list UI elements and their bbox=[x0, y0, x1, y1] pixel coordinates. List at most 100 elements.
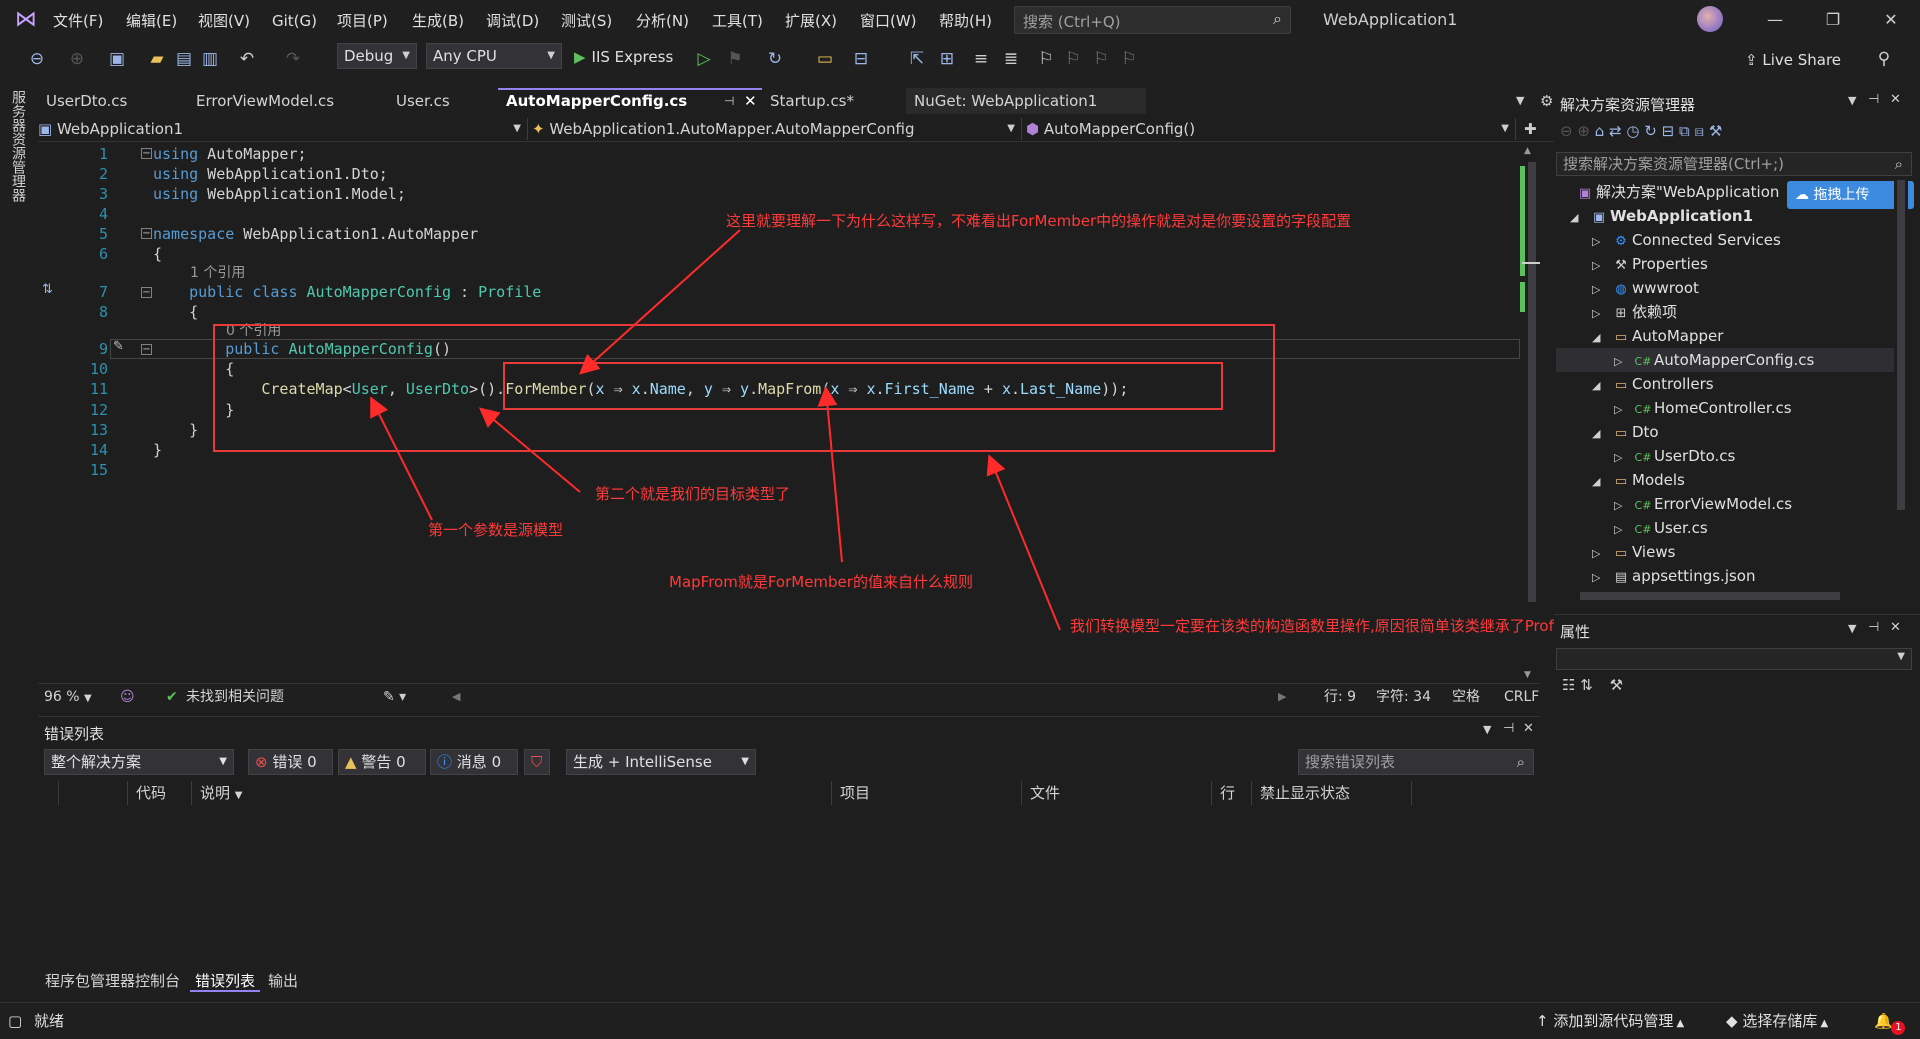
cleanup-brush-icon[interactable]: ✎ ▾ bbox=[383, 687, 406, 707]
notifications-button[interactable]: 🔔 1 bbox=[1874, 1011, 1911, 1035]
status-bar: ▢ 就绪 ↑ 添加到源代码管理 ▲ ◆ 选择存储库 ▲ 🔔 1 bbox=[0, 1002, 1920, 1039]
sol-menu-icon[interactable]: ▼ bbox=[1848, 94, 1856, 107]
properties-panel bbox=[1554, 614, 1920, 994]
props-menu-icon[interactable]: ▼ bbox=[1848, 622, 1856, 635]
copilot-icon[interactable]: ☺ bbox=[120, 687, 135, 707]
home-icon[interactable]: ⌂ bbox=[1595, 122, 1605, 140]
warnings-filter-button[interactable]: ▲ 警告 0 bbox=[338, 749, 426, 775]
tree-file-userdto[interactable]: ▷ C# UserDto.cs bbox=[1614, 444, 1735, 468]
sol-pin-icon[interactable]: ⊣ bbox=[1868, 92, 1879, 107]
select-repo-label: 选择存储库 bbox=[1742, 1012, 1818, 1030]
tree-folder-controllers[interactable]: ◢ ▭ Controllers bbox=[1592, 372, 1714, 396]
error-list-title: 错误列表 bbox=[44, 725, 105, 743]
csharp-file-icon: C# bbox=[1634, 355, 1652, 368]
pending-changes-icon[interactable]: ◷ bbox=[1626, 122, 1639, 140]
line-ending-indicator[interactable]: CRLF bbox=[1504, 687, 1539, 707]
col-line[interactable]: 行 bbox=[1212, 781, 1252, 805]
arrow-to-constructor bbox=[986, 454, 1061, 631]
arrow-to-destination-type bbox=[478, 407, 581, 493]
hscroll-left-icon[interactable]: ◀ bbox=[452, 687, 460, 707]
property-pages-icon[interactable]: ⚒ bbox=[1610, 676, 1623, 694]
sync-icon[interactable]: ↻ bbox=[1644, 122, 1657, 140]
tab-package-manager-console[interactable]: 程序包管理器控制台 bbox=[40, 970, 185, 992]
solution-search-input[interactable]: 搜索解决方案资源管理器(Ctrl+;) ⌕ bbox=[1556, 152, 1912, 176]
expanded-icon: ◢ bbox=[1592, 331, 1601, 344]
sol-vertical-scrollbar[interactable] bbox=[1894, 176, 1908, 576]
tree-label: wwwroot bbox=[1632, 279, 1699, 297]
whitespace-indicator[interactable]: 空格 bbox=[1452, 687, 1480, 707]
sol-horizontal-scrollbar[interactable] bbox=[1560, 590, 1890, 602]
categorized-icon[interactable]: ☷ bbox=[1562, 676, 1575, 694]
sol-close-icon[interactable]: ✕ bbox=[1890, 92, 1901, 107]
col-file[interactable]: 文件 bbox=[1022, 781, 1212, 805]
col-description[interactable]: 说明 ▼ bbox=[192, 781, 832, 805]
col-project[interactable]: 项目 bbox=[832, 781, 1022, 805]
arrow-to-source-type bbox=[370, 396, 433, 521]
expanded-icon: ◢ bbox=[1570, 211, 1579, 224]
info-icon: ⓘ bbox=[437, 753, 453, 771]
expanded-icon: ◢ bbox=[1592, 475, 1601, 488]
tree-file-errorviewmodel[interactable]: ▷ C# ErrorViewModel.cs bbox=[1614, 492, 1792, 516]
tree-wwwroot[interactable]: ▷ ◍ wwwroot bbox=[1592, 276, 1699, 300]
json-file-icon: ▤ bbox=[1614, 570, 1628, 585]
switch-views-icon[interactable]: ⇄ bbox=[1609, 122, 1622, 140]
tree-folder-models[interactable]: ◢ ▭ Models bbox=[1592, 468, 1685, 492]
col-suppression[interactable]: 禁止显示状态 bbox=[1252, 781, 1412, 805]
preview-icon[interactable]: ⧈ bbox=[1694, 122, 1704, 140]
connected-services-icon: ⚙ bbox=[1615, 234, 1627, 249]
alphabetical-icon[interactable]: ⇅ bbox=[1580, 676, 1593, 694]
tree-properties[interactable]: ▷ ⚒ Properties bbox=[1592, 252, 1708, 276]
tree-folder-views[interactable]: ▷ ▭ Views bbox=[1592, 540, 1675, 564]
char-indicator[interactable]: 字符: 34 bbox=[1376, 687, 1431, 707]
properties-object-dropdown[interactable]: ▼ bbox=[1556, 648, 1912, 670]
tree-folder-automapper[interactable]: ◢ ▭ AutoMapper bbox=[1592, 324, 1723, 348]
tree-file-appsettings[interactable]: ▷ ▤ appsettings.json bbox=[1592, 564, 1756, 588]
panel-menu-icon[interactable]: ▼ bbox=[1483, 723, 1491, 736]
messages-filter-button[interactable]: ⓘ 消息 0 bbox=[430, 749, 518, 775]
collapse-all-icon[interactable]: ⊟ bbox=[1662, 122, 1675, 140]
select-repository-button[interactable]: ◆ 选择存储库 ▲ bbox=[1726, 1011, 1828, 1034]
line-indicator[interactable]: 行: 9 bbox=[1324, 687, 1356, 707]
errors-filter-button[interactable]: ⊗ 错误 0 bbox=[248, 749, 333, 775]
tree-file-homecontroller[interactable]: ▷ C# HomeController.cs bbox=[1614, 396, 1792, 420]
scope-value: 整个解决方案 bbox=[51, 753, 142, 771]
warnings-count: 警告 0 bbox=[361, 753, 406, 771]
status-output-icon[interactable]: ▢ bbox=[8, 1011, 22, 1031]
add-to-source-control-button[interactable]: ↑ 添加到源代码管理 ▲ bbox=[1536, 1011, 1684, 1034]
col-icon[interactable] bbox=[58, 781, 128, 805]
build-intellisense-dropdown[interactable]: 生成 + IntelliSense ▼ bbox=[566, 749, 756, 775]
tab-error-list[interactable]: 错误列表 bbox=[190, 970, 261, 992]
editor-status-row: 96 % ▼ ☺ ✔ 未找到相关问题 ✎ ▾ ◀ ▶ 行: 9 字符: 34 空… bbox=[38, 683, 1540, 709]
sol-back-icon[interactable]: ⊖ bbox=[1560, 122, 1573, 140]
tree-file-user[interactable]: ▷ C# User.cs bbox=[1614, 516, 1708, 540]
tab-output[interactable]: 输出 bbox=[263, 970, 303, 992]
tree-connected-services[interactable]: ▷ ⚙ Connected Services bbox=[1592, 228, 1781, 252]
show-all-files-icon[interactable]: ⧉ bbox=[1679, 122, 1690, 140]
properties-wrench-icon[interactable]: ⚒ bbox=[1709, 122, 1722, 140]
col-code[interactable]: 代码 bbox=[128, 781, 192, 805]
filter-icon[interactable]: ⛉ bbox=[524, 749, 550, 775]
sol-scroll-thumb[interactable] bbox=[1897, 180, 1905, 510]
zoom-dropdown[interactable]: 96 % ▼ bbox=[44, 687, 92, 709]
scope-dropdown[interactable]: 整个解决方案 ▼ bbox=[44, 749, 234, 775]
sol-toolbar: ⊖ ⊕ ⌂ ⇄ ◷ ↻ ⊟ ⧉ ⧈ ⚒ bbox=[1560, 122, 1910, 146]
props-pin-icon[interactable]: ⊣ bbox=[1868, 620, 1879, 635]
warning-icon: ▲ bbox=[345, 753, 357, 771]
sol-forward-icon[interactable]: ⊕ bbox=[1577, 122, 1590, 140]
tree-file-automapperconfig[interactable]: ▷ C# AutoMapperConfig.cs bbox=[1614, 348, 1814, 372]
tree-folder-dto[interactable]: ◢ ▭ Dto bbox=[1592, 420, 1659, 444]
sol-hscroll-thumb[interactable] bbox=[1580, 592, 1840, 600]
error-search-input[interactable]: 搜索错误列表 ⌕ bbox=[1298, 749, 1534, 775]
tree-label: Controllers bbox=[1632, 375, 1714, 393]
solution-root[interactable]: ▣ 解决方案"WebApplication bbox=[1574, 180, 1780, 204]
panel-pin-icon[interactable]: ⊣ bbox=[1503, 721, 1514, 736]
tree-dependencies[interactable]: ▷ ⊞ 依赖项 bbox=[1592, 300, 1677, 324]
error-icon: ⊗ bbox=[255, 753, 268, 771]
hscroll-right-icon[interactable]: ▶ bbox=[1278, 687, 1286, 707]
panel-close-icon[interactable]: ✕ bbox=[1523, 721, 1534, 736]
cloud-icon: ☁ bbox=[1795, 187, 1814, 203]
props-close-icon[interactable]: ✕ bbox=[1890, 620, 1901, 635]
issues-status[interactable]: 未找到相关问题 bbox=[186, 687, 284, 707]
tree-project[interactable]: ◢ ▣ WebApplication1 bbox=[1570, 204, 1753, 228]
messages-count: 消息 0 bbox=[456, 753, 502, 771]
